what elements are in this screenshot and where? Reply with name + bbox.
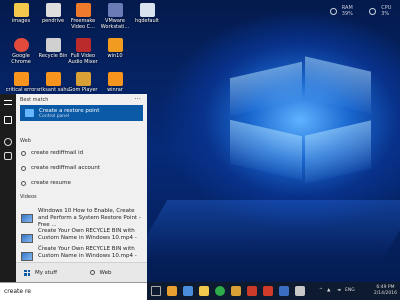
desktop-icon-win10[interactable]: win10 xyxy=(98,38,132,59)
start-rail xyxy=(0,94,16,282)
media-player-icon[interactable] xyxy=(263,286,273,296)
gauge-icon xyxy=(369,7,377,15)
best-match-result[interactable]: Create a restore point Control panel xyxy=(20,105,143,121)
wallpaper-beam xyxy=(230,61,302,117)
clock[interactable]: 6:49 PM 2/14/2016 xyxy=(374,285,397,297)
desktop-icon-pendrive[interactable]: pendrive xyxy=(36,3,70,24)
search-scope-bar: My stuff Web xyxy=(16,262,147,282)
image-file-icon xyxy=(139,3,155,17)
desktop-icon-chrome[interactable]: Google Chrome xyxy=(4,38,38,65)
wallpaper-floor xyxy=(132,200,400,260)
search-input[interactable]: create re xyxy=(0,282,147,300)
video-result[interactable]: Windows 10 How to Enable, Create and Per… xyxy=(21,208,143,229)
desktop-icon-critical-error[interactable]: critical error xyxy=(4,72,38,93)
freemake-taskbar-icon[interactable] xyxy=(167,286,177,296)
language-indicator[interactable]: ENG xyxy=(345,288,355,293)
settings-icon[interactable] xyxy=(4,138,12,146)
home-icon[interactable] xyxy=(4,116,12,124)
search-icon xyxy=(21,180,26,186)
web-suggestion[interactable]: create resume xyxy=(21,180,143,186)
desktop-icon-images[interactable]: images xyxy=(4,3,38,24)
folder-icon xyxy=(13,3,29,17)
recorder-icon[interactable] xyxy=(247,286,257,296)
vmware-icon xyxy=(107,3,123,17)
cpu-usage: CPU 3% xyxy=(381,5,392,17)
desktop-icon-freemake[interactable]: Freemake Video C... xyxy=(66,3,100,30)
search-icon xyxy=(89,270,95,275)
web-button[interactable]: Web xyxy=(82,270,148,276)
volume-icon[interactable]: ◄ xyxy=(337,288,340,293)
web-header: Web xyxy=(20,138,31,144)
gauge-icon xyxy=(330,7,337,15)
wallpaper-beam xyxy=(305,120,371,184)
vlc-icon xyxy=(45,72,61,86)
more-options-icon[interactable]: ··· xyxy=(134,95,141,103)
gom-taskbar-icon[interactable] xyxy=(231,286,241,296)
usb-drive-icon xyxy=(45,3,61,17)
desktop-icon-gom[interactable]: Gom Player xyxy=(66,72,100,93)
vlc-icon xyxy=(107,38,123,52)
desktop-icon-recycle-bin[interactable]: Recycle Bin xyxy=(36,38,70,59)
desktop-icon-sriksant-sahu[interactable]: sriksant sahu xyxy=(36,72,70,93)
wallpaper-beam xyxy=(230,119,302,181)
taskbar: ^ ▲ ◄ ENG 6:49 PM 2/14/2016 xyxy=(147,282,400,300)
best-match-title: Create a restore point xyxy=(39,107,100,114)
best-match-subtitle: Control panel xyxy=(39,113,70,119)
search-icon xyxy=(21,165,26,171)
file-explorer-icon[interactable] xyxy=(199,286,209,296)
store-icon[interactable] xyxy=(295,286,305,296)
videos-header: Videos xyxy=(20,194,37,200)
vlc-icon xyxy=(13,72,29,86)
windows-icon xyxy=(24,269,30,276)
desktop-icon-hqdefault[interactable]: hqdefault xyxy=(130,3,164,24)
feedback-icon[interactable] xyxy=(4,152,12,160)
desktop-icon-vmware[interactable]: VMware Workstati... xyxy=(98,3,132,30)
edge-icon[interactable] xyxy=(183,286,193,296)
web-suggestion[interactable]: create rediffmail account xyxy=(21,165,143,171)
freemake-icon xyxy=(75,3,91,17)
control-panel-icon xyxy=(25,109,34,117)
search-panel: Best match ··· Create a restore point Co… xyxy=(0,94,147,282)
winrar-icon xyxy=(107,72,123,86)
web-suggestion[interactable]: create rediffmail id xyxy=(21,150,143,156)
vmware-taskbar-icon[interactable] xyxy=(279,286,289,296)
gom-player-icon xyxy=(75,72,91,86)
task-view-icon[interactable] xyxy=(151,286,161,296)
search-results: Best match ··· Create a restore point Co… xyxy=(16,94,147,266)
search-icon xyxy=(21,150,26,156)
tray-arrow-icon[interactable]: ^ xyxy=(319,288,323,293)
desktop-icon-winrar[interactable]: winrar xyxy=(98,72,132,93)
network-icon[interactable]: ▲ xyxy=(327,288,330,293)
chrome-taskbar-icon[interactable] xyxy=(215,286,225,296)
audio-mixer-icon xyxy=(75,38,91,52)
system-monitor: RAM 39% CPU 3% xyxy=(330,5,400,17)
video-thumbnail xyxy=(21,214,33,223)
video-thumbnail xyxy=(21,234,33,243)
recycle-bin-icon xyxy=(45,38,61,52)
video-thumbnail xyxy=(21,252,33,261)
hamburger-icon[interactable] xyxy=(4,100,12,105)
desktop-icon-audio-mixer[interactable]: Full Video Audio Mixer xyxy=(66,38,100,65)
my-stuff-button[interactable]: My stuff xyxy=(16,269,82,276)
ram-usage: RAM 39% xyxy=(341,5,353,17)
wallpaper-beam xyxy=(305,56,371,114)
chrome-icon xyxy=(13,38,29,52)
